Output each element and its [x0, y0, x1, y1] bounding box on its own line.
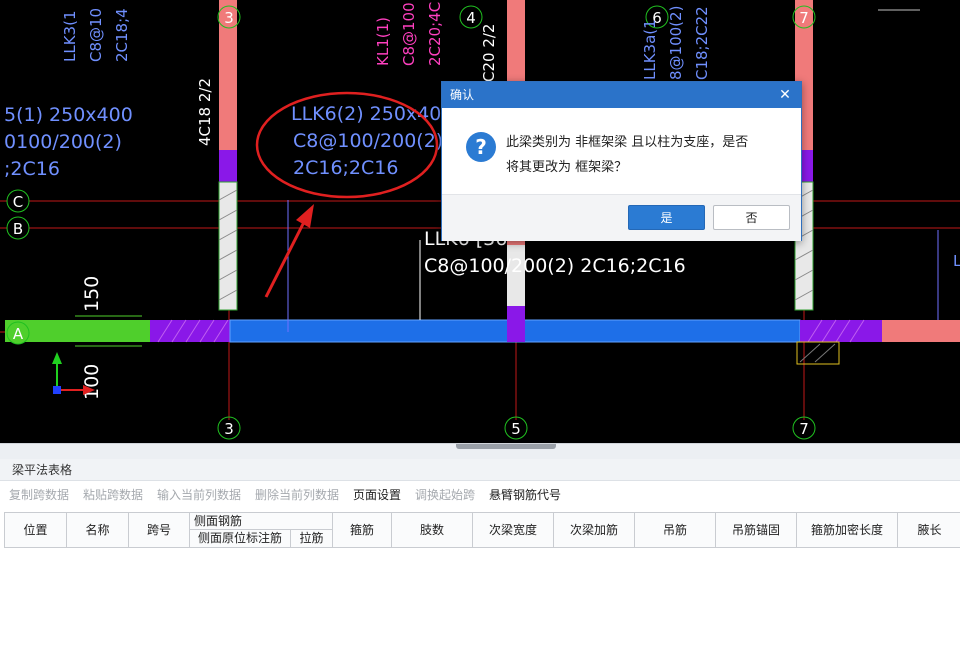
axis-label: 5 [511, 420, 521, 438]
annotation-kl1-line1: KL1(1) [374, 17, 392, 66]
col-legs[interactable]: 肢数 [392, 513, 473, 547]
axis-marker-left-a: A [6, 321, 30, 345]
axis-label: 3 [224, 420, 234, 438]
axis-marker-bottom-7: 7 [792, 416, 816, 440]
axis-label: 3 [224, 9, 234, 27]
cantilever-rebar-code-button[interactable]: 悬臂钢筋代号 [489, 483, 561, 507]
col-name[interactable]: 名称 [67, 513, 129, 547]
annotation-col-4c18: 4C18 2/2 [196, 78, 214, 146]
axis-marker-top-4: 4 [459, 5, 483, 29]
col-span[interactable]: 跨号 [129, 513, 190, 547]
axis-label: 4 [466, 9, 476, 27]
dialog-message-line1: 此梁类别为 非框架梁 且以柱为支座，是否 [506, 135, 749, 150]
annotation-llk3a-line2: 8@100(2) [667, 6, 685, 80]
col-stirrup-dense[interactable]: 箍筋加密长度 [797, 513, 898, 547]
col-tie[interactable]: 拉筋 [291, 530, 332, 547]
axis-label: B [13, 220, 23, 238]
col-secondary-add[interactable]: 次梁加筋 [554, 513, 635, 547]
paste-span-data-button[interactable]: 粘贴跨数据 [83, 483, 143, 507]
annotation-llk6-line2: C8@100/200(2) [293, 130, 443, 152]
annotation-llk3a-line1: LLK3a(1 [641, 19, 659, 80]
copy-span-data-button[interactable]: 复制跨数据 [9, 483, 69, 507]
annotation-llk6-repeat-line2: C8@100/200(2) 2C16;2C16 [424, 255, 686, 277]
axis-marker-left-c: C [6, 189, 30, 213]
confirm-dialog: 确认 ✕ ? 此梁类别为 非框架梁 且以柱为支座，是否 将其更改为 框架梁？ 是… [441, 81, 802, 241]
annotation-left-line2: 0100/200(2) [4, 131, 122, 153]
axis-marker-bottom-3: 3 [217, 416, 241, 440]
annotation-left-line3: ;2C16 [4, 158, 60, 180]
dialog-message-line2: 将其更改为 框架梁？ [506, 160, 628, 175]
splitter-grip[interactable] [456, 444, 556, 449]
vertical-beam-3 [218, 0, 238, 311]
col-position[interactable]: 位置 [5, 513, 67, 547]
dimension-100: 100 [81, 364, 103, 400]
panel-toolbar: 复制跨数据 粘贴跨数据 输入当前列数据 删除当前列数据 页面设置 调换起始跨 悬… [0, 483, 960, 507]
annotation-left-line1: 5(1) 250x400 [4, 104, 133, 126]
panel-title: 梁平法表格 [0, 459, 960, 481]
swap-start-span-button[interactable]: 调换起始跨 [415, 483, 475, 507]
col-hanger[interactable]: 吊筋 [635, 513, 716, 547]
svg-text:L: L [953, 252, 960, 270]
axis-label: C [13, 193, 23, 211]
col-side-mark[interactable]: 侧面原位标注筋 [190, 530, 291, 547]
col-side-rebar-group: 侧面钢筋 侧面原位标注筋 拉筋 [190, 513, 333, 547]
annotation-kl1-line3: 2C20;4C [426, 2, 444, 66]
page-setup-button[interactable]: 页面设置 [353, 483, 401, 507]
dialog-footer: 是 否 [442, 194, 801, 241]
col-stirrup[interactable]: 箍筋 [333, 513, 392, 547]
dialog-title: 确认 [442, 82, 801, 108]
col-secondary-width[interactable]: 次梁宽度 [473, 513, 554, 547]
annotation-kl1-line2: C8@100 [400, 2, 418, 66]
no-button[interactable]: 否 [713, 205, 790, 230]
col-hanger-anchor[interactable]: 吊筋锚固 [716, 513, 797, 547]
axis-label: 7 [799, 420, 809, 438]
axis-marker-left-b: B [6, 216, 30, 240]
beam-axis-a [5, 306, 960, 365]
dimension-150: 150 [81, 276, 103, 312]
panel-splitter[interactable] [0, 443, 960, 460]
delete-current-column-button[interactable]: 删除当前列数据 [255, 483, 339, 507]
annotation-col-c20: C20 2/2 [480, 24, 498, 82]
input-current-column-button[interactable]: 输入当前列数据 [157, 483, 241, 507]
annotation-llk6-line3: 2C16;2C16 [293, 157, 398, 179]
col-haunch[interactable]: 腋长 [898, 513, 960, 547]
highlight-arrow [264, 204, 314, 298]
annotation-llk3-line1: LLK3(1 [61, 11, 79, 63]
axis-label: 7 [799, 9, 809, 27]
question-icon: ? [466, 132, 496, 162]
axis-marker-bottom-5: 5 [504, 416, 528, 440]
yes-button[interactable]: 是 [628, 205, 705, 230]
beam-table-panel: 梁平法表格 复制跨数据 粘贴跨数据 输入当前列数据 删除当前列数据 页面设置 调… [0, 459, 960, 666]
axis-label: A [13, 325, 24, 343]
beam-table-header: 位置 名称 跨号 侧面钢筋 侧面原位标注筋 拉筋 箍筋 肢数 次梁宽度 次梁加筋… [4, 512, 960, 548]
annotation-llk3a-line3: C18;2C22 [693, 6, 711, 80]
annotation-llk3-line2: C8@10 [87, 8, 105, 62]
close-icon[interactable]: ✕ [775, 82, 795, 108]
annotation-llk3-line3: 2C18;4 [113, 8, 131, 62]
col-side-rebar[interactable]: 侧面钢筋 [190, 513, 332, 530]
